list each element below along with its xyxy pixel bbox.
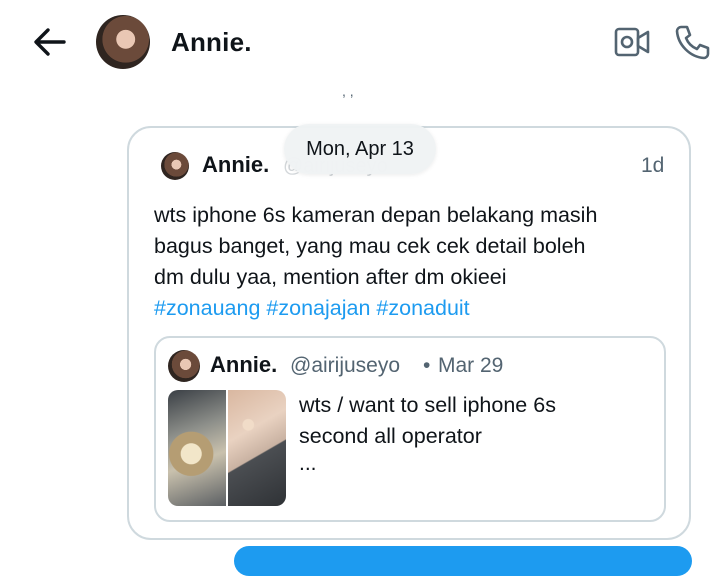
phone-icon: [675, 25, 710, 60]
quoted-photo-2[interactable]: [228, 390, 286, 506]
conversation-title[interactable]: Annie.: [171, 27, 252, 58]
video-camera-icon: [614, 27, 650, 57]
quoted-author-handle: @airijuseyo: [290, 354, 401, 377]
chat-header: Annie.: [0, 0, 720, 86]
hashtag-link[interactable]: #zonauang: [154, 296, 260, 320]
tweet-age: 1d: [641, 154, 665, 177]
back-button[interactable]: [30, 24, 70, 60]
quoted-author-name: Annie.: [210, 352, 278, 377]
date-separator: Mon, Apr 13: [284, 124, 436, 174]
hashtag-link[interactable]: #zonaduit: [376, 296, 469, 320]
tweet-author-avatar[interactable]: [161, 152, 189, 180]
quoted-text-line: second all operator: [299, 424, 482, 448]
tweet-text-line: bagus banget, yang mau cek cek detail bo…: [154, 234, 586, 258]
tweet-text: wts iphone 6s kameran depan belakang mas…: [154, 200, 674, 324]
arrow-left-icon: [34, 28, 66, 56]
hashtag-link[interactable]: #zonajajan: [266, 296, 370, 320]
tweet-author-name[interactable]: Annie.: [202, 152, 269, 178]
quoted-photo-1[interactable]: [168, 390, 226, 506]
tweet-text-line: dm dulu yaa, mention after dm okieei: [154, 265, 507, 289]
tweet-hashtags: #zonauang #zonajajan #zonaduit: [154, 293, 674, 324]
quoted-text-line: wts / want to sell iphone 6s: [299, 393, 556, 417]
voice-call-button[interactable]: [672, 22, 712, 62]
quoted-date: Mar 29: [438, 354, 504, 377]
quoted-meta-separator: •: [423, 354, 431, 377]
quoted-text: wts / want to sell iphone 6s second all …: [299, 390, 659, 452]
sent-message-bubble[interactable]: [234, 546, 692, 576]
tweet-text-line: wts iphone 6s kameran depan belakang mas…: [154, 203, 598, 227]
quoted-author-avatar: [168, 350, 200, 382]
previous-message-fragment: , ,: [342, 83, 354, 99]
quoted-truncation: ...: [299, 452, 317, 475]
avatar[interactable]: [96, 15, 150, 69]
video-call-button[interactable]: [612, 24, 652, 60]
